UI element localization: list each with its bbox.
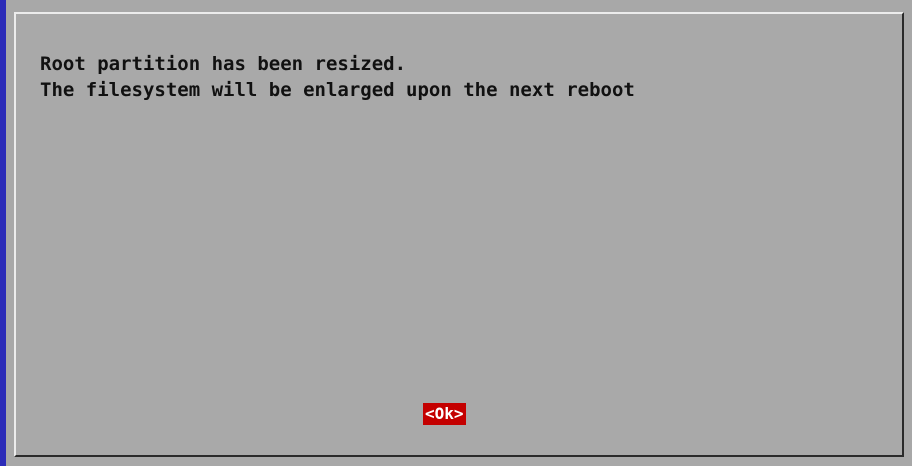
terminal-screen: Root partition has been resized. The file…: [0, 0, 912, 466]
dialog-message: Root partition has been resized. The file…: [40, 51, 635, 103]
resize-dialog: Root partition has been resized. The file…: [14, 12, 904, 457]
ok-button[interactable]: <Ok>: [423, 403, 466, 425]
screen-edge-accent: [0, 0, 6, 466]
message-line-2: The filesystem will be enlarged upon the…: [40, 79, 635, 101]
message-line-1: Root partition has been resized.: [40, 53, 407, 75]
